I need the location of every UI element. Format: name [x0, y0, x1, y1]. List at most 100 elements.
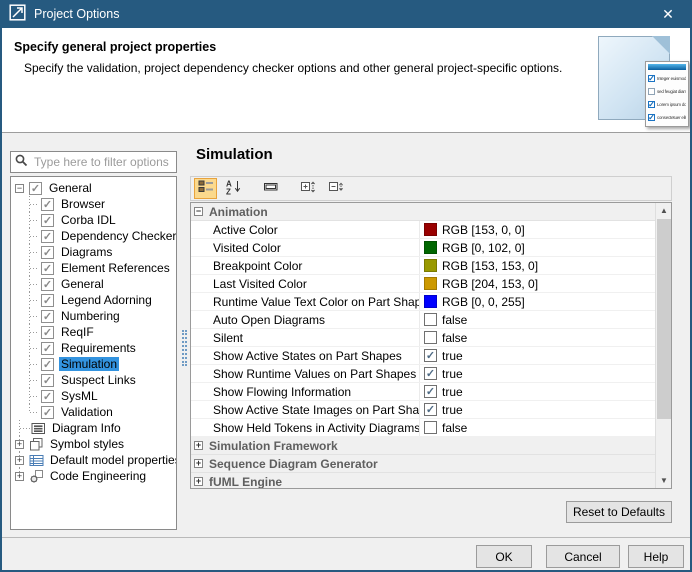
property-row-active-color[interactable]: Active ColorRGB [153, 0, 0] — [191, 221, 655, 239]
illustration-checkbox: ✓ — [648, 114, 655, 121]
tree-item-diagram-info[interactable]: Diagram Info — [11, 420, 176, 436]
tree-item-suspect-links[interactable]: ✓Suspect Links — [11, 372, 176, 388]
property-value[interactable]: ✓true — [420, 349, 463, 363]
collapse-group-icon[interactable]: − — [194, 207, 203, 216]
tree-checkbox[interactable]: ✓ — [41, 246, 54, 259]
tree-item-requirements[interactable]: ✓Requirements — [11, 340, 176, 356]
property-value[interactable]: RGB [0, 102, 0] — [420, 241, 525, 255]
tree-checkbox[interactable]: ✓ — [29, 182, 42, 195]
filter-input[interactable] — [32, 154, 172, 170]
tree-checkbox[interactable]: ✓ — [41, 310, 54, 323]
property-row-show-runtime-values-on-part-shapes[interactable]: Show Runtime Values on Part Shapes✓true — [191, 365, 655, 383]
expand-all-button[interactable] — [296, 178, 319, 199]
tree-checkbox[interactable]: ✓ — [41, 358, 54, 371]
help-button[interactable]: Help — [628, 545, 684, 568]
tree-item-sysml[interactable]: ✓SysML — [11, 388, 176, 404]
tree-checkbox[interactable]: ✓ — [41, 406, 54, 419]
property-value[interactable]: false — [420, 313, 467, 327]
property-value[interactable]: false — [420, 421, 467, 435]
tree-item-general[interactable]: −✓General — [11, 180, 176, 196]
illustration-checklist-header — [648, 64, 686, 70]
tree-item-diagrams[interactable]: ✓Diagrams — [11, 244, 176, 260]
property-value[interactable]: RGB [153, 153, 0] — [420, 259, 538, 273]
property-value[interactable]: false — [420, 331, 467, 345]
tree-checkbox[interactable]: ✓ — [41, 214, 54, 227]
reset-to-defaults-button[interactable]: Reset to Defaults — [566, 501, 672, 523]
sort-alphabetically-button[interactable]: AZ — [222, 178, 245, 199]
tree-item-legend-adorning[interactable]: ✓Legend Adorning — [11, 292, 176, 308]
ok-button[interactable]: OK — [476, 545, 532, 568]
expand-group-icon[interactable]: + — [194, 459, 203, 468]
tree-checkbox[interactable]: ✓ — [41, 230, 54, 243]
search-icon — [15, 154, 28, 170]
titlebar[interactable]: Project Options ✕ — [0, 0, 692, 28]
tree-item-general[interactable]: ✓General — [11, 276, 176, 292]
value-checkbox[interactable]: ✓ — [424, 385, 437, 398]
expand-expander-icon[interactable]: + — [15, 440, 24, 449]
tree-checkbox[interactable]: ✓ — [41, 374, 54, 387]
filter-box[interactable] — [10, 151, 177, 173]
property-row-runtime-value-text-color-on-part-shapes[interactable]: Runtime Value Text Color on Part ShapesR… — [191, 293, 655, 311]
expand-group-icon[interactable]: + — [194, 477, 203, 486]
tree-checkbox[interactable]: ✓ — [41, 342, 54, 355]
cancel-button[interactable]: Cancel — [546, 545, 620, 568]
tree-checkbox[interactable]: ✓ — [41, 294, 54, 307]
value-checkbox[interactable]: ✓ — [424, 403, 437, 416]
property-group-simulation-framework[interactable]: +Simulation Framework — [191, 437, 655, 455]
value-checkbox[interactable] — [424, 331, 437, 344]
property-row-show-flowing-information[interactable]: Show Flowing Information✓true — [191, 383, 655, 401]
diagram-info-icon — [31, 421, 46, 436]
property-value[interactable]: RGB [153, 0, 0] — [420, 223, 525, 237]
collapse-all-button[interactable] — [324, 178, 347, 199]
property-row-auto-open-diagrams[interactable]: Auto Open Diagramsfalse — [191, 311, 655, 329]
tree-item-element-references[interactable]: ✓Element References — [11, 260, 176, 276]
property-row-breakpoint-color[interactable]: Breakpoint ColorRGB [153, 153, 0] — [191, 257, 655, 275]
categorized-view-button[interactable] — [194, 178, 217, 199]
tree-checkbox[interactable]: ✓ — [41, 390, 54, 403]
property-value[interactable]: RGB [204, 153, 0] — [420, 277, 538, 291]
tree-checkbox[interactable]: ✓ — [41, 198, 54, 211]
tree-item-reqif[interactable]: ✓ReqIF — [11, 324, 176, 340]
property-value[interactable]: RGB [0, 0, 255] — [420, 295, 525, 309]
tree-item-code-engineering[interactable]: +Code Engineering — [11, 468, 176, 484]
tree-item-validation[interactable]: ✓ Validation — [11, 404, 176, 420]
tree-item-simulation[interactable]: ✓Simulation — [11, 356, 176, 372]
show-description-button[interactable] — [259, 178, 282, 199]
property-row-silent[interactable]: Silentfalse — [191, 329, 655, 347]
scrollbar-thumb[interactable] — [657, 219, 671, 419]
value-checkbox[interactable] — [424, 421, 437, 434]
property-value[interactable]: ✓true — [420, 403, 463, 417]
tree-item-default-model-properties[interactable]: +Default model properties — [11, 452, 176, 468]
scroll-up-icon[interactable]: ▲ — [656, 203, 672, 218]
tree-checkbox[interactable]: ✓ — [41, 326, 54, 339]
property-value[interactable]: ✓true — [420, 367, 463, 381]
scroll-down-icon[interactable]: ▼ — [656, 473, 672, 488]
value-checkbox[interactable]: ✓ — [424, 349, 437, 362]
splitter-handle[interactable] — [182, 330, 187, 366]
property-group-fuml-engine[interactable]: +fUML Engine — [191, 473, 655, 488]
property-row-show-active-state-images-on-part-shapes[interactable]: Show Active State Images on Part Shapes✓… — [191, 401, 655, 419]
value-checkbox[interactable] — [424, 313, 437, 326]
property-row-last-visited-color[interactable]: Last Visited ColorRGB [204, 153, 0] — [191, 275, 655, 293]
expand-expander-icon[interactable]: + — [15, 456, 24, 465]
tree-item-corba-idl[interactable]: ✓Corba IDL — [11, 212, 176, 228]
tree-item-label: Validation — [59, 405, 115, 419]
expand-expander-icon[interactable]: + — [15, 472, 24, 481]
tree-item-numbering[interactable]: ✓Numbering — [11, 308, 176, 324]
tree-item-symbol-styles[interactable]: +Symbol styles — [11, 436, 176, 452]
property-group-sequence-diagram-generator[interactable]: +Sequence Diagram Generator — [191, 455, 655, 473]
table-scrollbar[interactable]: ▲ ▼ — [655, 203, 671, 488]
property-value[interactable]: ✓true — [420, 385, 463, 399]
property-row-show-active-states-on-part-shapes[interactable]: Show Active States on Part Shapes✓true — [191, 347, 655, 365]
tree-item-dependency-checker[interactable]: ✓Dependency Checker — [11, 228, 176, 244]
tree-checkbox[interactable]: ✓ — [41, 262, 54, 275]
expand-group-icon[interactable]: + — [194, 441, 203, 450]
value-checkbox[interactable]: ✓ — [424, 367, 437, 380]
property-row-show-held-tokens-in-activity-diagrams[interactable]: Show Held Tokens in Activity Diagramsfal… — [191, 419, 655, 437]
tree-item-browser[interactable]: ✓Browser — [11, 196, 176, 212]
property-group-animation[interactable]: −Animation — [191, 203, 655, 221]
tree-checkbox[interactable]: ✓ — [41, 278, 54, 291]
collapse-expander-icon[interactable]: − — [15, 184, 24, 193]
property-row-visited-color[interactable]: Visited ColorRGB [0, 102, 0] — [191, 239, 655, 257]
close-icon[interactable]: ✕ — [652, 0, 684, 28]
